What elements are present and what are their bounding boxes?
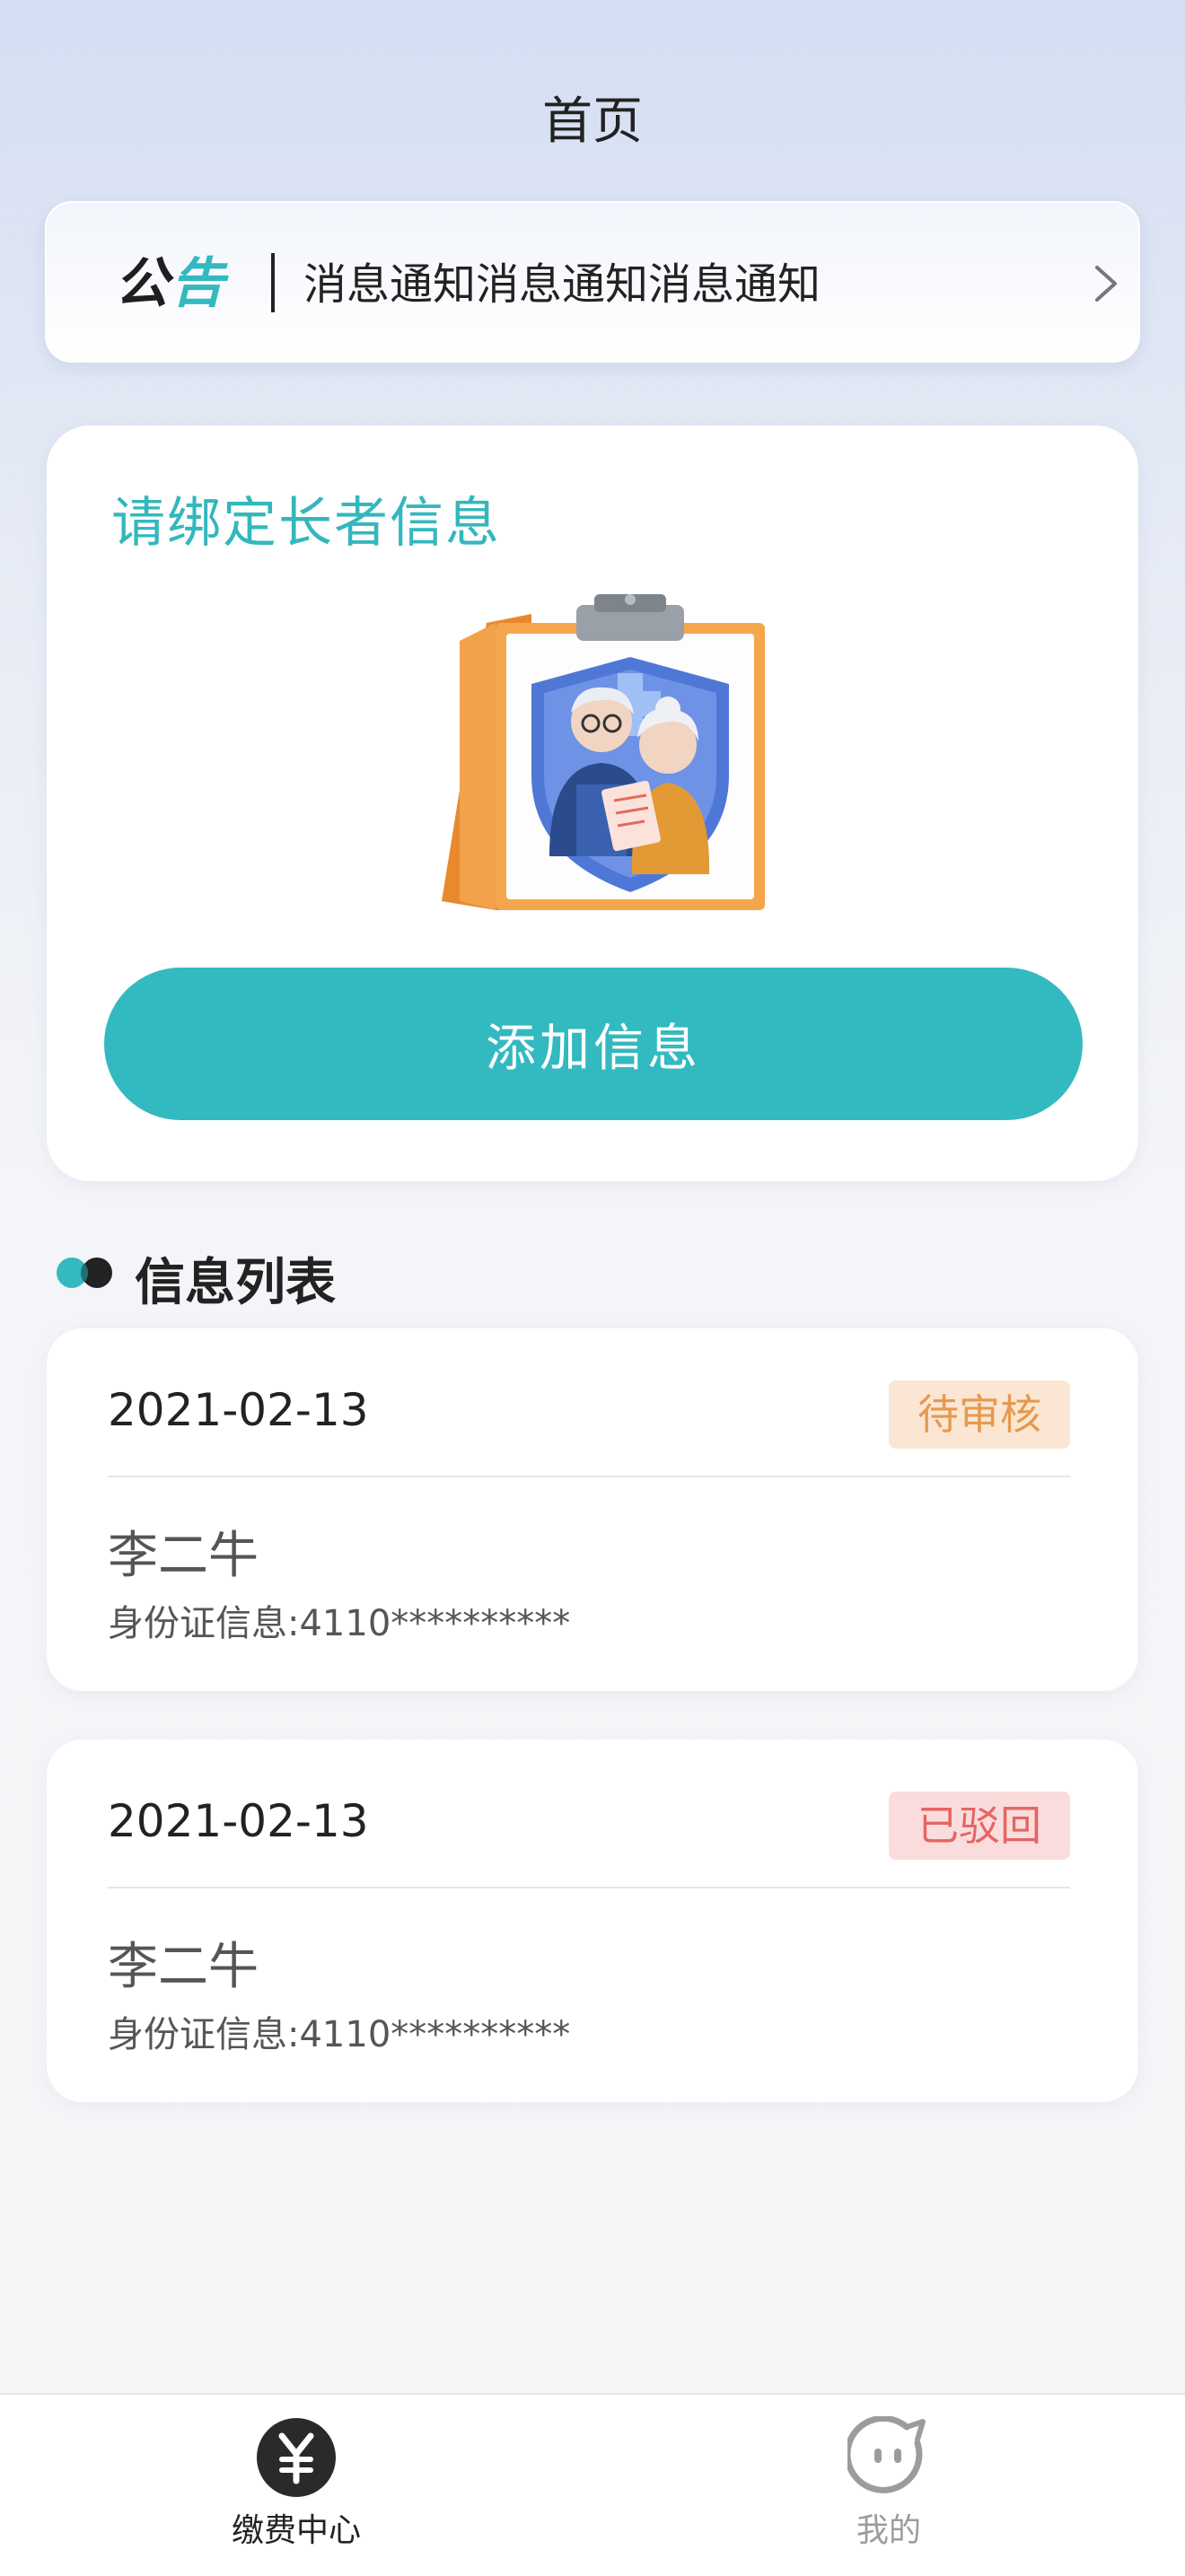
bind-elder-card: 请绑定长者信息 添加信息: [47, 425, 1138, 1181]
record-id-info: 身份证信息:4110**********: [108, 2014, 571, 2055]
section-dots-icon: [57, 1257, 112, 1288]
record-id-info: 身份证信息:4110**********: [108, 1603, 571, 1644]
yuan-coin-icon: [257, 2418, 336, 2497]
notice-text: 消息通知消息通知消息通知: [303, 259, 821, 310]
elderly-couple-illustration: [442, 594, 765, 910]
record-divider: [108, 1476, 1070, 1477]
tab-label: 我的: [856, 2512, 921, 2549]
face-icon: [847, 2416, 926, 2493]
record-name: 李二牛: [108, 1938, 259, 1996]
notice-badge: 公告: [115, 251, 226, 316]
notice-bar[interactable]: 公告 消息通知消息通知消息通知: [45, 201, 1140, 363]
status-badge: 已驳回: [889, 1792, 1070, 1860]
record-date: 2021-02-13: [108, 1384, 369, 1436]
page-title: 首页: [542, 92, 643, 151]
chevron-right-icon[interactable]: [1088, 257, 1124, 311]
record-divider: [108, 1887, 1070, 1888]
notice-badge-part-b: 告: [171, 252, 226, 315]
status-badge: 待审核: [889, 1380, 1070, 1449]
add-info-button[interactable]: 添加信息: [104, 968, 1083, 1120]
notice-divider: [271, 253, 275, 312]
tab-label: 缴费中心: [231, 2512, 361, 2549]
notice-badge-part-a: 公: [115, 252, 171, 315]
tab-mine[interactable]: 我的: [592, 2395, 1185, 2576]
bind-card-title: 请绑定长者信息: [111, 492, 501, 555]
record-card[interactable]: 2021-02-13 已驳回 李二牛 身份证信息:4110**********: [47, 1739, 1138, 2102]
section-title: 信息列表: [135, 1254, 336, 1312]
record-name: 李二牛: [108, 1527, 259, 1585]
tab-bar: 缴费中心 我的: [0, 2393, 1185, 2576]
record-card[interactable]: 2021-02-13 待审核 李二牛 身份证信息:4110**********: [47, 1328, 1138, 1691]
tab-payment-center[interactable]: 缴费中心: [0, 2395, 592, 2576]
record-date: 2021-02-13: [108, 1795, 369, 1847]
